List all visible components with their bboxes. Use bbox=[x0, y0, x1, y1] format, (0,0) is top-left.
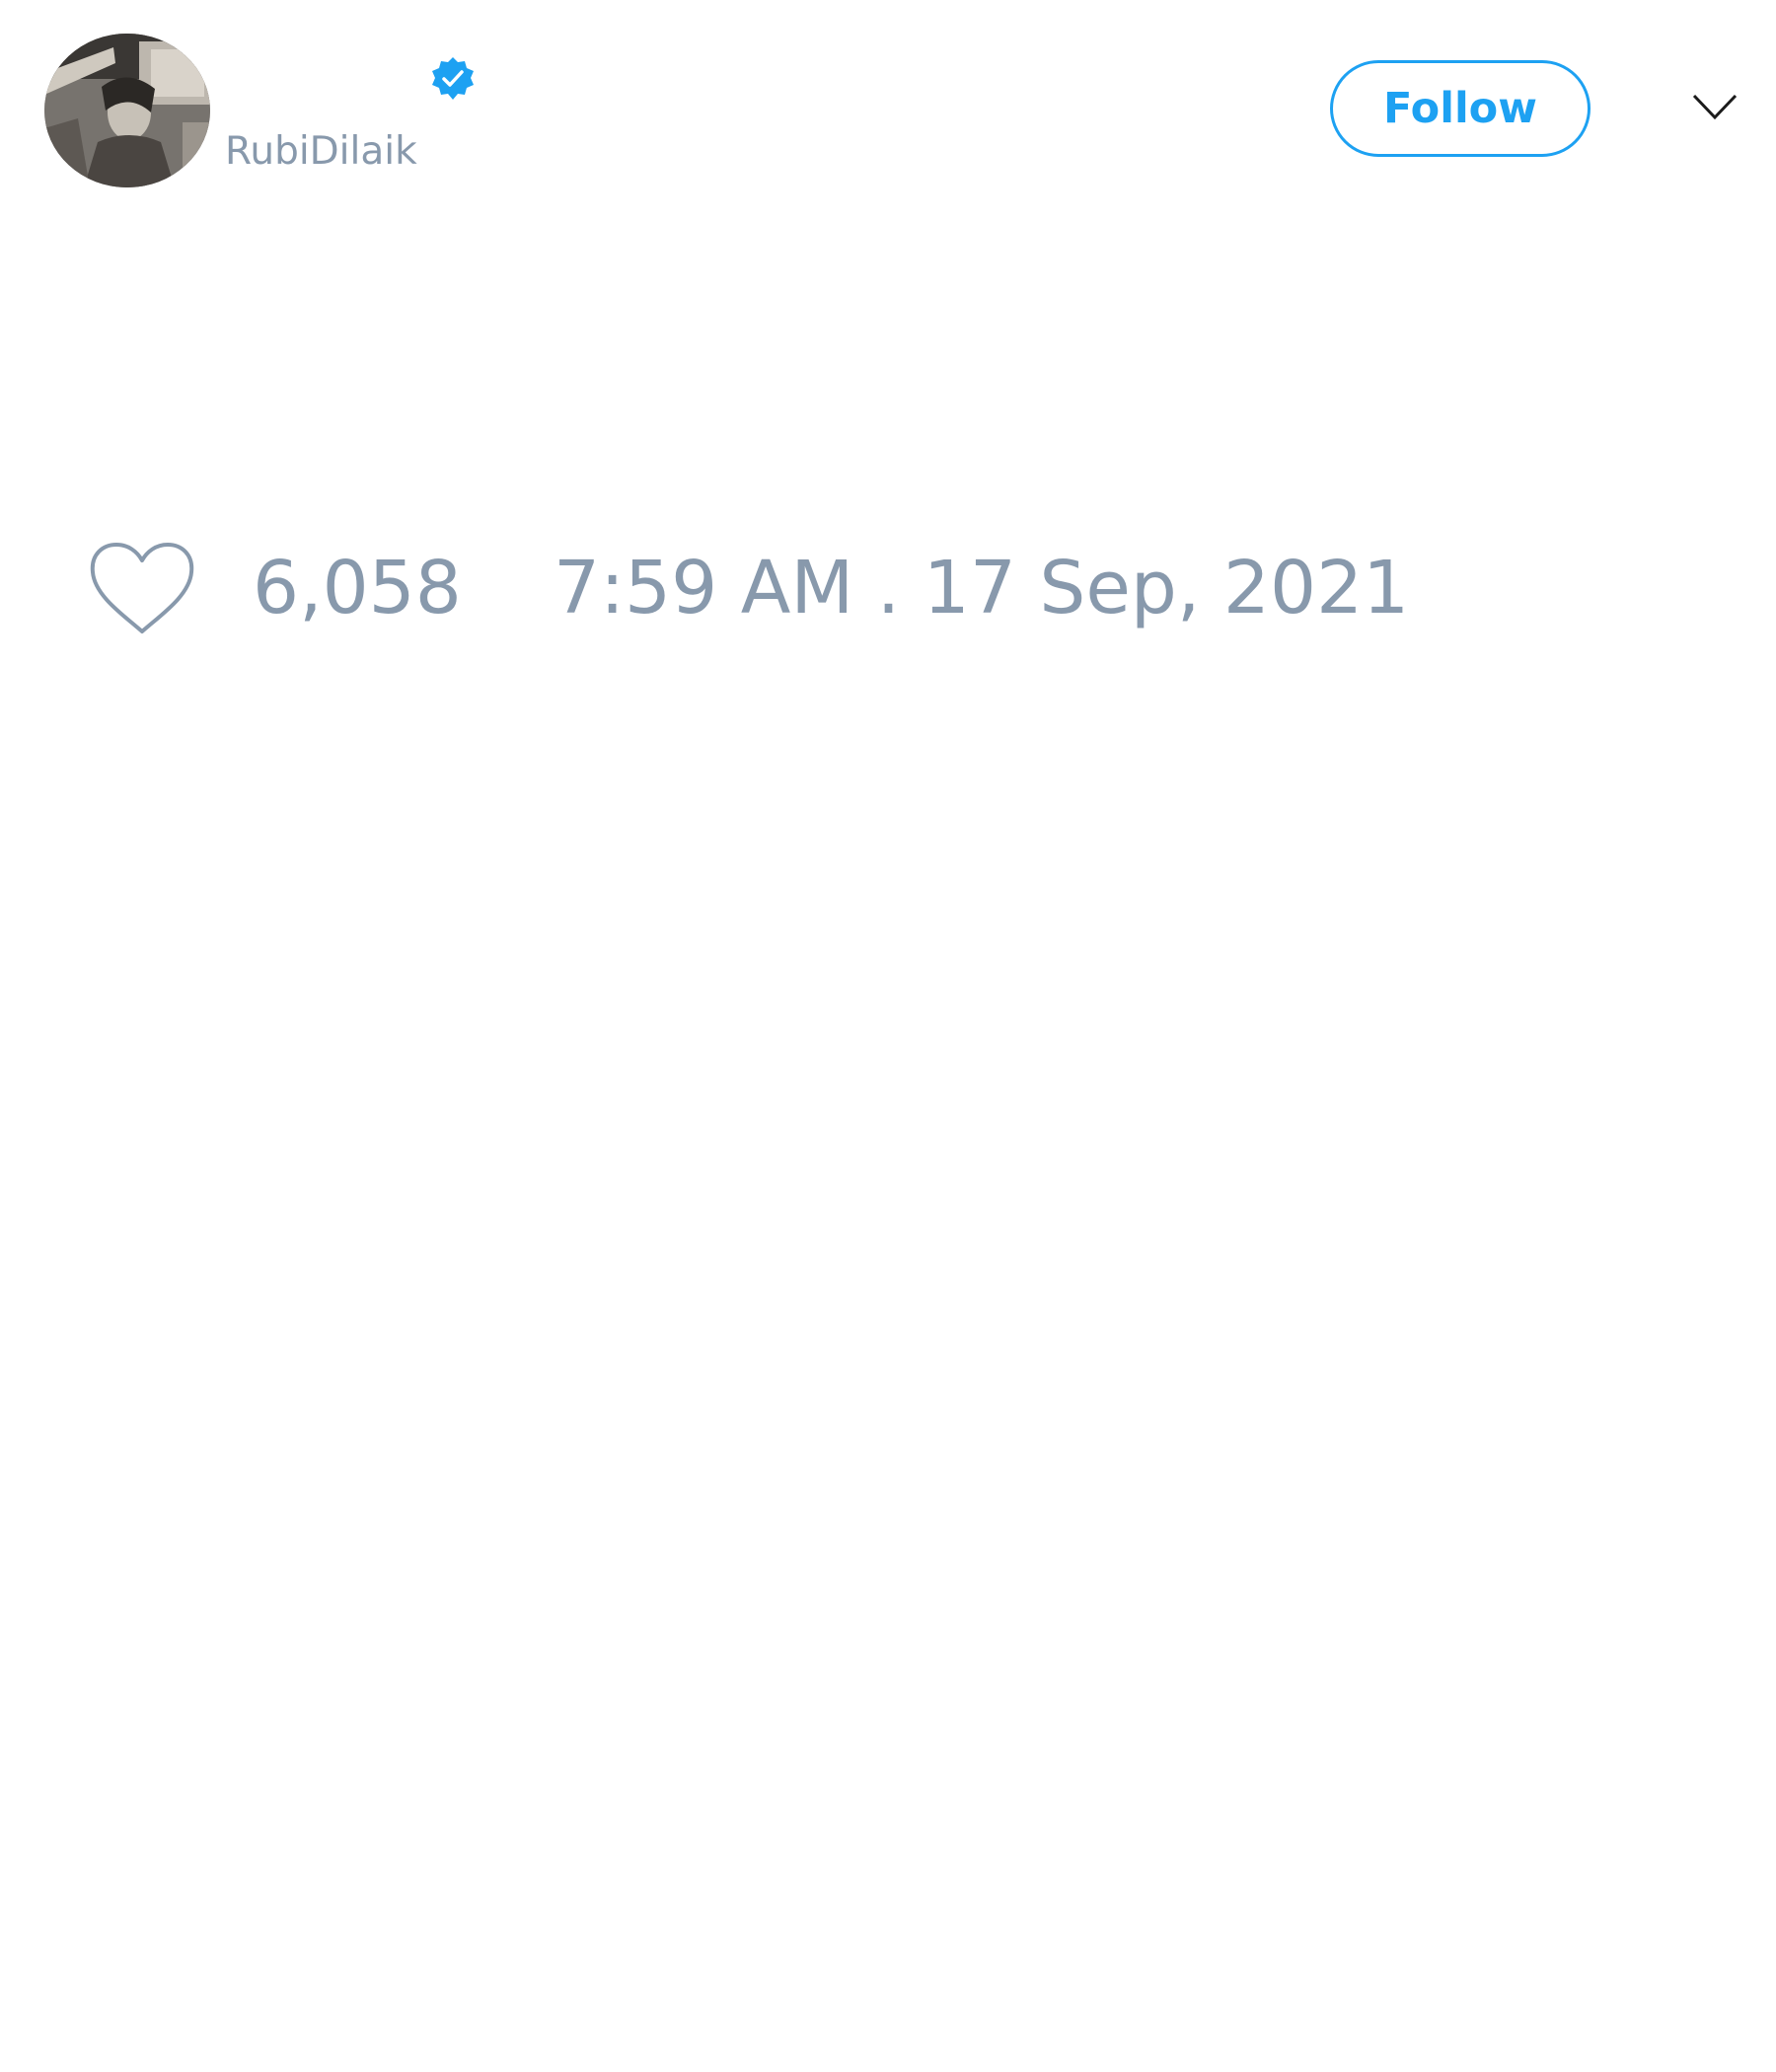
avatar-photo bbox=[44, 34, 210, 187]
heart-icon[interactable] bbox=[89, 541, 195, 635]
author-handle[interactable]: RubiDilaik bbox=[225, 125, 417, 179]
tweet-timestamp[interactable]: 7:59 AM . 17 Sep, 2021 bbox=[554, 543, 1409, 633]
verified-badge-icon bbox=[430, 56, 476, 102]
like-count: 6,058 bbox=[253, 546, 462, 630]
chevron-down-icon[interactable] bbox=[1692, 92, 1738, 121]
avatar[interactable] bbox=[44, 34, 210, 187]
follow-button[interactable]: Follow bbox=[1330, 60, 1591, 157]
